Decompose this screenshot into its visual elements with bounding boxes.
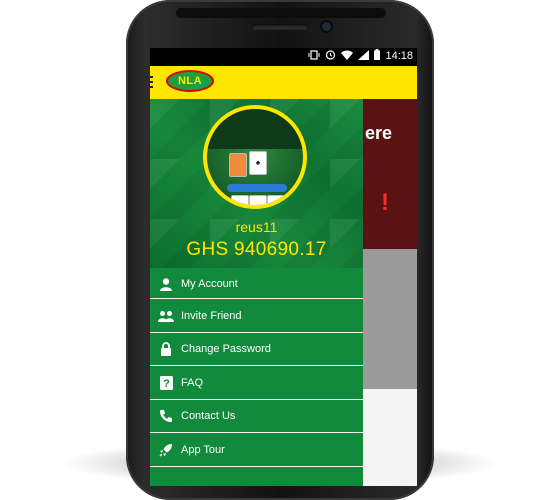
background-promo-text: ! (381, 189, 389, 216)
phone-top-bezel (176, 8, 386, 18)
question-icon: ? (156, 375, 176, 391)
avatar-card (229, 153, 247, 177)
menu-label: FAQ (181, 376, 204, 389)
background-screen: ere ! (363, 99, 417, 486)
menu-item-invite-friend[interactable]: Invite Friend (150, 299, 363, 333)
background-panel (363, 249, 417, 389)
avatar-card: ♠ (249, 151, 267, 175)
avatar-table-top (207, 109, 303, 149)
menu-item-contact-us[interactable]: Contact Us (150, 400, 363, 433)
wifi-icon (341, 50, 354, 63)
profile-avatar[interactable]: ♠ ♠ ♠ (203, 105, 307, 209)
phone-screen: 14:18 NLA ere ! ♠ ♠ ♠ reus11 GHS 940690.… (150, 48, 417, 486)
rocket-icon (156, 442, 176, 458)
nla-logo: NLA (166, 70, 214, 92)
hamburger-icon[interactable] (150, 76, 153, 88)
menu-item-faq[interactable]: ? FAQ (150, 366, 363, 400)
drawer-header: ♠ ♠ ♠ reus11 GHS 940690.17 (150, 99, 363, 268)
menu-label: Invite Friend (181, 309, 242, 322)
battery-icon (374, 49, 381, 63)
avatar-banner (227, 184, 287, 192)
menu-item-app-tour[interactable]: App Tour (150, 433, 363, 467)
lock-icon (156, 341, 176, 357)
avatar-card: ♠ (249, 195, 267, 205)
status-time: 14:18 (385, 50, 413, 62)
menu-item-my-account[interactable]: My Account (150, 268, 363, 299)
menu-label: App Tour (181, 443, 225, 456)
background-heading: ere (365, 123, 393, 143)
menu-item-change-password[interactable]: Change Password (150, 333, 363, 366)
menu-label: My Account (181, 277, 238, 290)
users-icon (156, 308, 176, 324)
signal-icon (358, 49, 370, 63)
status-bar: 14:18 (150, 48, 417, 66)
navigation-drawer: ♠ ♠ ♠ reus11 GHS 940690.17 My Account In… (150, 99, 363, 486)
username: reus11 (235, 219, 278, 235)
vibrate-icon (308, 49, 320, 63)
account-balance: GHS 940690.17 (186, 239, 327, 260)
menu-label: Change Password (181, 343, 271, 356)
user-icon (156, 276, 176, 292)
menu-label: Contact Us (181, 410, 236, 423)
avatar-card: ♠ (231, 195, 249, 205)
phone-icon (156, 408, 176, 424)
alarm-icon (325, 49, 336, 63)
earpiece-speaker (252, 24, 308, 30)
background-banner: ere ! (363, 99, 417, 249)
drawer-menu: My Account Invite Friend Change Password (150, 268, 363, 467)
avatar-card (267, 195, 285, 205)
menu-divider (150, 465, 363, 467)
front-camera (322, 22, 331, 31)
svg-text:?: ? (163, 378, 170, 390)
